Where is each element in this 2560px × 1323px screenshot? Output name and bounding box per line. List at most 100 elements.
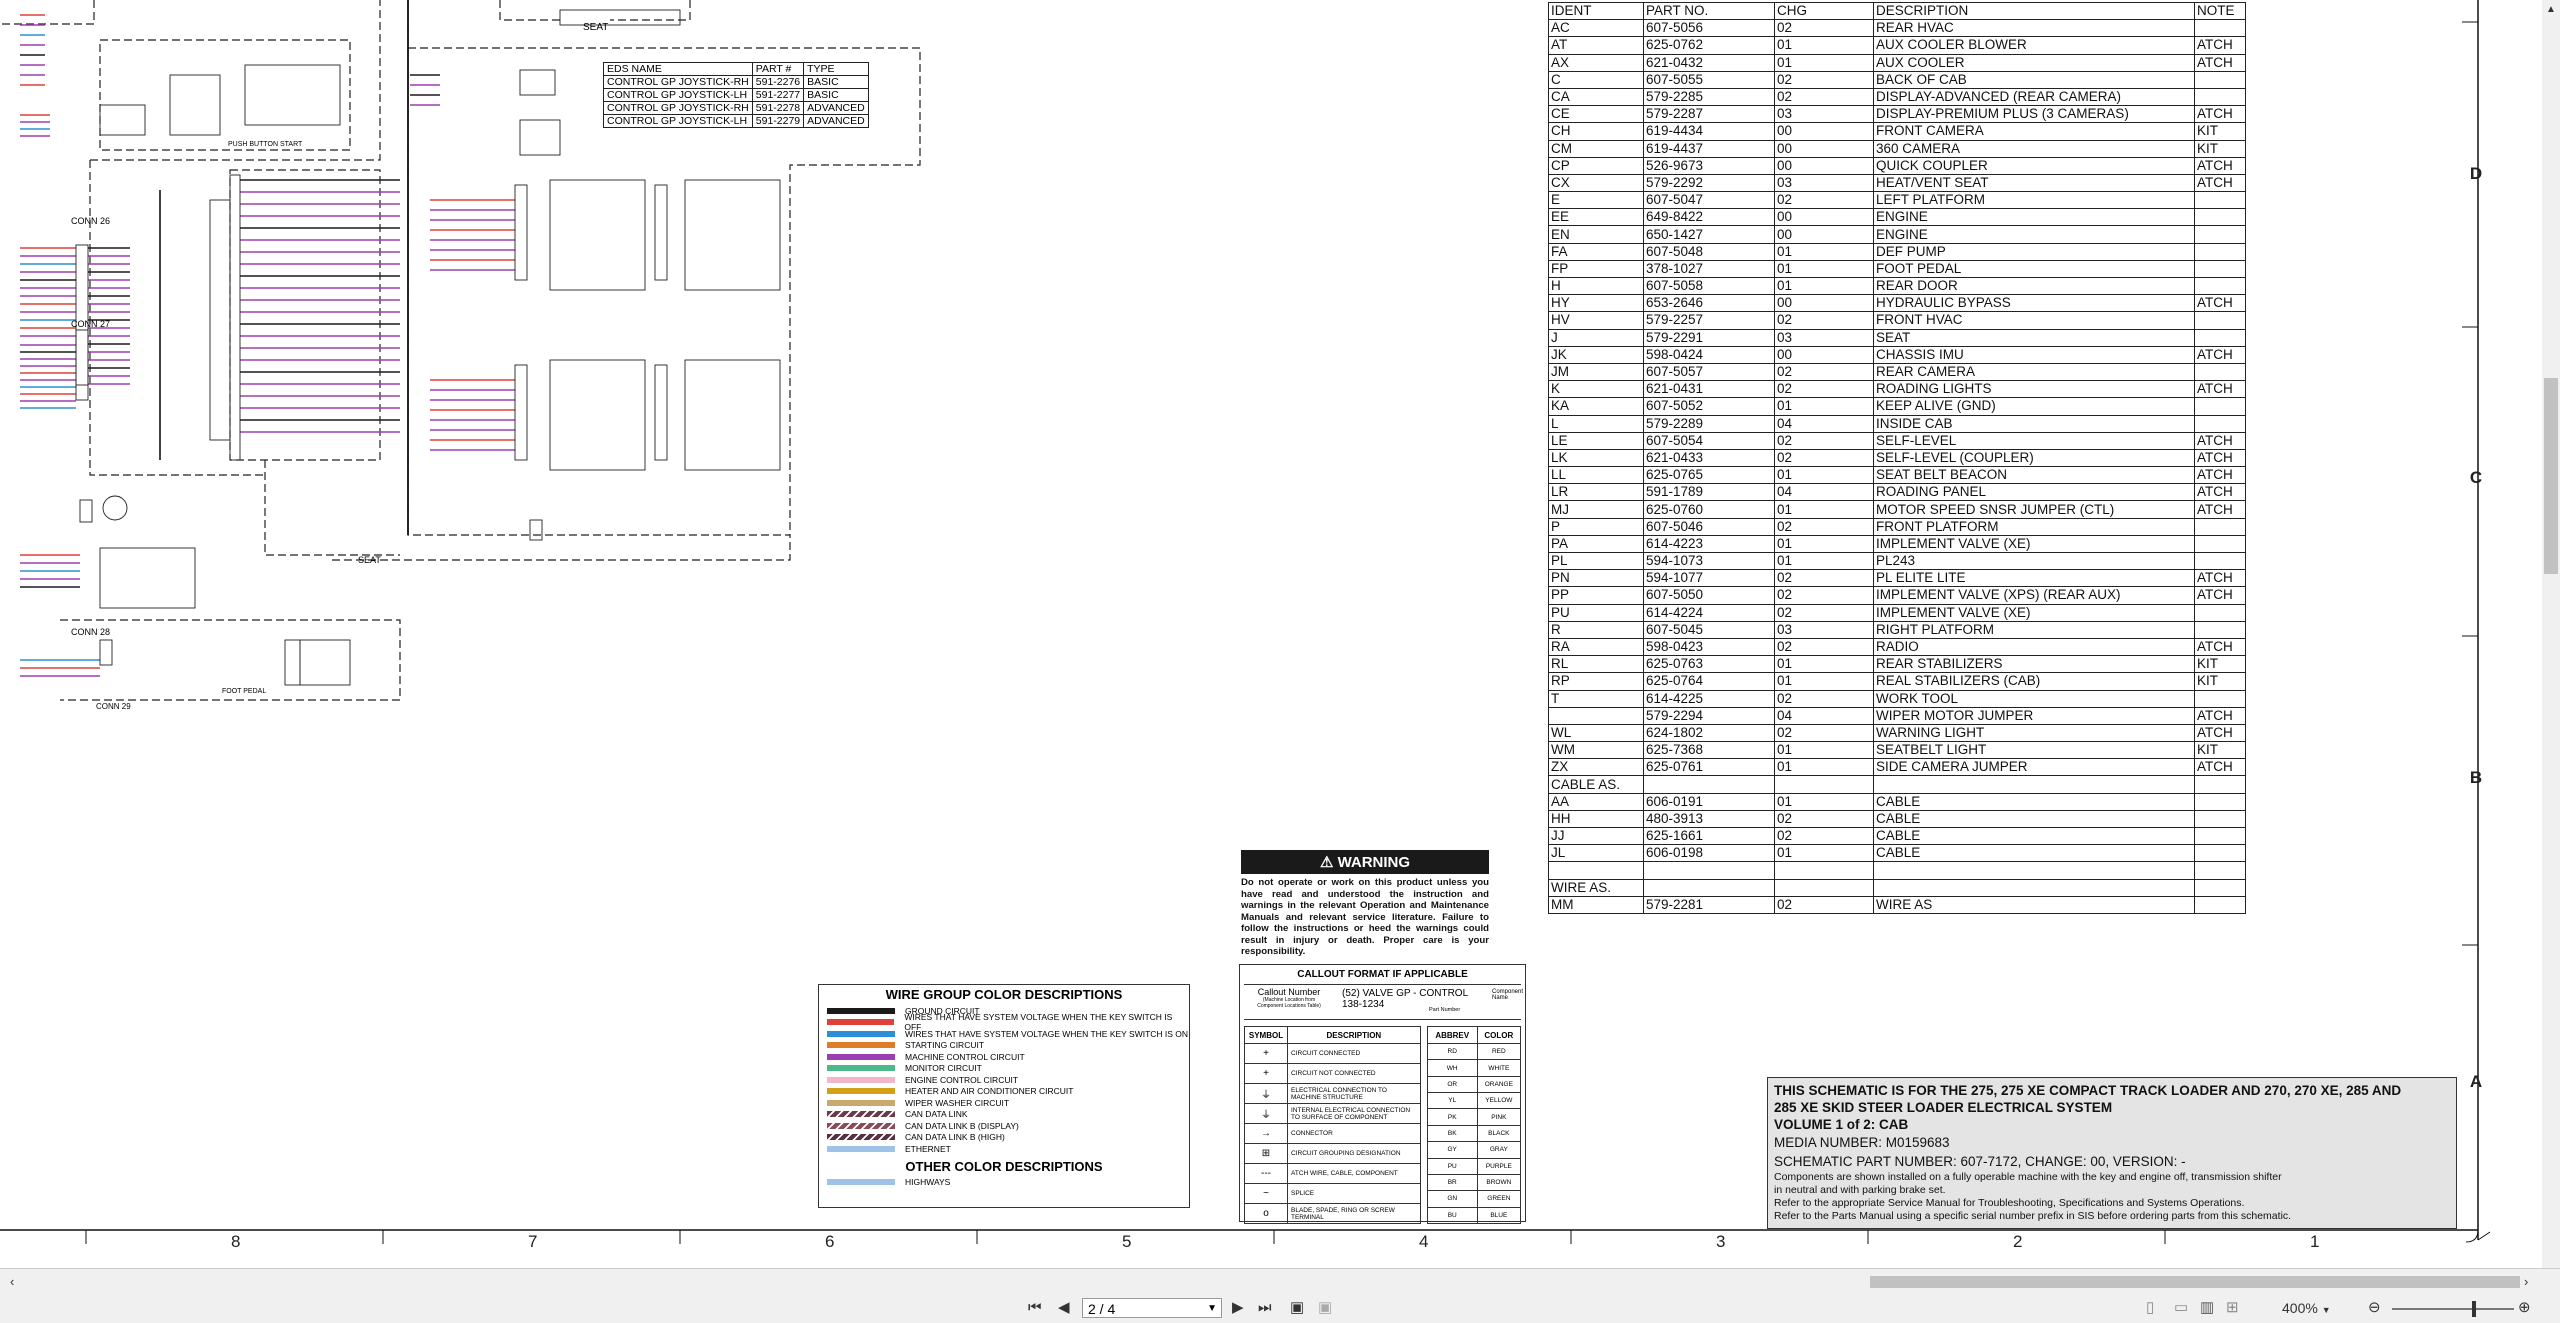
grid-row-c: C xyxy=(2469,468,2483,487)
callout-format-box: CALLOUT FORMAT IF APPLICABLE Callout Num… xyxy=(1239,964,1526,1225)
page-view-icon[interactable]: ▣ xyxy=(1290,1298,1304,1318)
media-number: MEDIA NUMBER: M0159683 xyxy=(1774,1135,1950,1150)
table-cell xyxy=(2194,603,2246,622)
table-cell: 625-0761 xyxy=(1643,758,1775,777)
table-cell: CHASSIS IMU xyxy=(1873,345,2195,364)
scroll-left-icon[interactable]: ‹ xyxy=(10,1272,14,1292)
last-page-icon[interactable]: ⏭ xyxy=(1258,1298,1272,1318)
zoom-level[interactable]: 400% ▼ xyxy=(2282,1298,2331,1320)
table-cell: IMPLEMENT VALVE (XE) xyxy=(1873,534,2195,554)
table-cell: 653-2646 xyxy=(1643,294,1775,313)
table-cell xyxy=(2194,87,2246,107)
next-page-icon[interactable]: ▶ xyxy=(1232,1298,1244,1318)
table-cell: RA xyxy=(1548,637,1644,657)
table-cell: 624-1802 xyxy=(1643,723,1775,743)
legend-label: HEATER AND AIR CONDITIONER CIRCUIT xyxy=(905,1086,1074,1097)
table-cell: AUX COOLER xyxy=(1873,53,2195,72)
chevron-down-icon[interactable]: ▼ xyxy=(2322,1305,2331,1315)
continuous-page-icon[interactable]: ▭ xyxy=(2174,1298,2188,1318)
scroll-right-icon[interactable]: › xyxy=(2524,1272,2528,1292)
scroll-up-icon[interactable]: ▲ xyxy=(2542,0,2560,20)
table-row: CX 579-2292 03 HEAT/VENT SEAT ATCH xyxy=(1548,173,2246,193)
table-cell: 00 xyxy=(1774,122,1874,141)
legend-label: MACHINE CONTROL CIRCUIT xyxy=(905,1051,1025,1062)
symbol-row: ⏚ INTERNAL ELECTRICAL CONNECTION TO SURFA… xyxy=(1244,1103,1421,1124)
table-cell: WARNING LIGHT xyxy=(1873,723,2195,743)
grid-row-b: B xyxy=(2469,768,2483,787)
legend-label: MONITOR CIRCUIT xyxy=(905,1063,982,1074)
table-cell xyxy=(2194,620,2246,639)
zoom-in-icon[interactable]: ⊕ xyxy=(2518,1298,2531,1318)
table-cell: AT xyxy=(1548,36,1644,55)
table-row: C 607-5055 02 BACK OF CAB xyxy=(1548,70,2246,89)
legend-swatch xyxy=(827,1007,895,1014)
two-page-icon[interactable]: ▥ xyxy=(2200,1298,2214,1318)
table-cell: 607-5056 xyxy=(1643,19,1775,38)
table-cell: 607-5047 xyxy=(1643,191,1775,210)
zoom-slider[interactable] xyxy=(2392,1308,2514,1310)
symbol-description: CIRCUIT CONNECTED xyxy=(1287,1043,1421,1064)
page-view-alt-icon[interactable]: ▣ xyxy=(1318,1298,1332,1318)
table-cell: 02 xyxy=(1774,569,1874,588)
grid-col-4: 4 xyxy=(1419,1232,1429,1251)
table-cell: 619-4437 xyxy=(1643,139,1775,158)
horizontal-scroll-thumb[interactable] xyxy=(1870,1276,2520,1288)
abbrev-row: BK BLACK xyxy=(1426,1124,1522,1143)
abbrev-code: GY xyxy=(1426,1141,1478,1159)
first-page-icon[interactable]: ⏮ xyxy=(1028,1298,1042,1318)
ident-table: IDENT PART NO. CHG DESCRIPTION NOTE AC 607-505… xyxy=(1548,1,2246,914)
table-cell: 02 xyxy=(1774,448,1874,468)
table-cell: J xyxy=(1548,328,1644,347)
eds-cell: CONTROL GP JOYSTICK-LH xyxy=(603,88,753,102)
grid-col-8: 8 xyxy=(231,1232,241,1251)
table-row: LK 621-0433 02 SELF-LEVEL (COUPLER) ATCH xyxy=(1548,448,2246,468)
table-cell xyxy=(2194,208,2246,227)
table-cell xyxy=(2194,70,2246,89)
table-cell: 02 xyxy=(1774,809,1874,829)
vertical-scroll-thumb[interactable] xyxy=(2544,378,2558,574)
symbol-description: INTERNAL ELECTRICAL CONNECTION TO SURFAC… xyxy=(1287,1103,1421,1124)
table-cell xyxy=(2194,895,2246,914)
legend-label: STARTING CIRCUIT xyxy=(905,1040,985,1051)
table-cell: 01 xyxy=(1774,276,1874,296)
warning-box: ⚠ WARNING Do not operate or work on this… xyxy=(1241,850,1489,958)
table-cell: 360 CAMERA xyxy=(1873,139,2195,158)
table-cell: 02 xyxy=(1774,723,1874,743)
table-cell: AUX COOLER BLOWER xyxy=(1873,36,2195,55)
eds-table: EDS NAME PART # TYPE CONTROL GP JOYSTICK-RH… xyxy=(603,62,869,128)
legend-row: STARTING CIRCUIT xyxy=(819,1040,1189,1052)
table-cell: HYDRAULIC BYPASS xyxy=(1873,294,2195,313)
table-cell: KIT xyxy=(2194,672,2246,691)
table-cell: 598-0423 xyxy=(1643,637,1775,657)
callout-number-label: Callout Number (Machine Location from Co… xyxy=(1257,987,1321,1009)
table-cell: ATCH xyxy=(2194,586,2246,605)
table-cell: 02 xyxy=(1774,517,1874,536)
prev-page-icon[interactable]: ◀ xyxy=(1058,1298,1070,1318)
table-cell xyxy=(2194,534,2246,554)
eds-row: CONTROL GP JOYSTICK-RH 591-2276 BASIC xyxy=(603,75,869,89)
table-row: WIRE AS. xyxy=(1548,878,2246,897)
chevron-down-icon[interactable]: ▼ xyxy=(1207,1299,1217,1319)
page-number-input[interactable]: 2 / 4 ▼ xyxy=(1082,1298,1222,1318)
eds-cell: CONTROL GP JOYSTICK-RH xyxy=(603,75,753,89)
fit-page-icon[interactable]: ⊞ xyxy=(2226,1298,2239,1318)
table-row: RL 625-0763 01 REAR STABILIZERS KIT xyxy=(1548,655,2246,674)
seat-label-top: SEAT xyxy=(583,22,609,33)
symbol-glyph: ~ xyxy=(1244,1183,1288,1204)
legend-swatch xyxy=(827,1030,895,1037)
symbol-row: → CONNECTOR xyxy=(1244,1123,1421,1144)
table-cell: 02 xyxy=(1774,70,1874,89)
table-cell: ROADING PANEL xyxy=(1873,483,2195,502)
table-cell: FRONT CAMERA xyxy=(1873,122,2195,141)
table-cell: 625-0765 xyxy=(1643,466,1775,485)
table-cell: ZX xyxy=(1548,758,1644,777)
zoom-out-icon[interactable]: ⊖ xyxy=(2368,1298,2381,1318)
vertical-scrollbar[interactable] xyxy=(2542,0,2560,1268)
single-page-icon[interactable]: ▯ xyxy=(2146,1298,2154,1318)
table-cell: CABLE xyxy=(1873,792,2195,811)
zoom-slider-thumb[interactable] xyxy=(2472,1301,2476,1317)
table-cell: CABLE xyxy=(1873,844,2195,863)
table-cell: K xyxy=(1548,380,1644,399)
legend-row: WIRES THAT HAVE SYSTEM VOLTAGE WHEN THE … xyxy=(819,1012,1189,1032)
symbol-glyph: ⏚ xyxy=(1244,1083,1288,1104)
